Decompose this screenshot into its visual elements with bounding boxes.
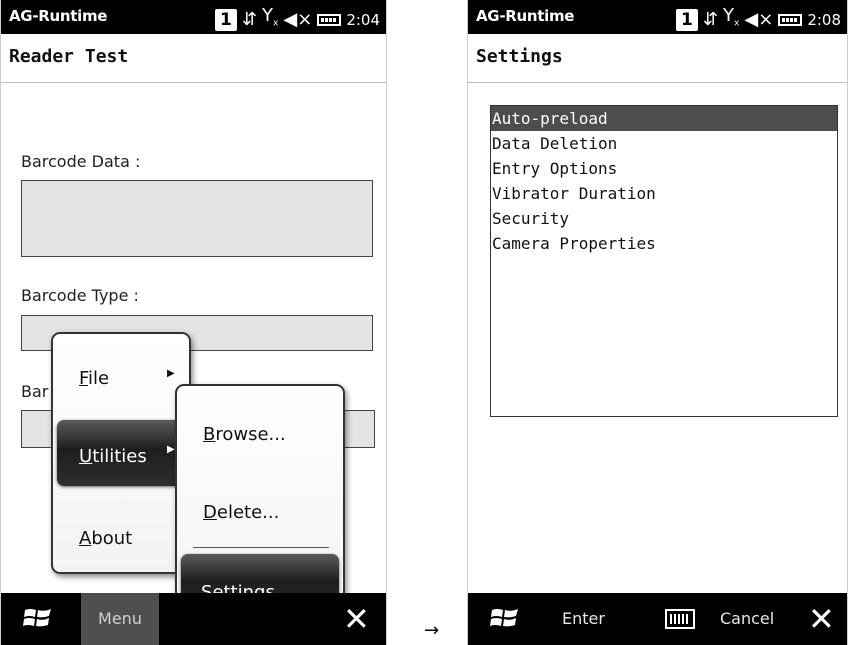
browse-label: rowse...	[215, 424, 286, 445]
close-icon[interactable]: ✕	[343, 601, 370, 637]
menu-item-browse[interactable]: Browse...	[177, 424, 343, 454]
delete-label: elete...	[216, 502, 280, 523]
bottom-softkey-bar: Enter Cancel ✕	[468, 593, 847, 645]
status-icons[interactable]: 1 ⇵ Yx ◀× 2:04	[214, 5, 380, 35]
status-icons[interactable]: 1 ⇵ Yx ◀× 2:08	[675, 5, 841, 35]
list-item-camera-properties[interactable]: Camera Properties	[491, 231, 837, 256]
clock: 2:04	[346, 10, 380, 29]
data-connection-icon: ⇵	[241, 8, 258, 30]
utilities-mnemonic: U	[79, 446, 93, 467]
delete-mnemonic: D	[203, 502, 217, 523]
battery-icon	[778, 13, 803, 26]
clock: 2:08	[807, 10, 841, 29]
app-name: AG-Runtime	[476, 7, 575, 25]
page-title-bar: Settings	[468, 34, 847, 83]
speaker-muted-icon: ◀×	[744, 8, 774, 30]
status-bar: AG-Runtime 1 ⇵ Yx ◀× 2:08	[468, 0, 847, 34]
menu-item-file[interactable]: File ▶	[53, 368, 189, 398]
main-menu-popup: File ▶ Utilities ▶ About	[51, 332, 203, 574]
barcode-data-field[interactable]	[21, 180, 373, 257]
notification-badge-icon[interactable]: 1	[675, 8, 698, 31]
app-name: AG-Runtime	[9, 7, 108, 25]
page-title: Settings	[476, 46, 563, 67]
submenu-arrow-icon: ▶	[167, 444, 175, 455]
status-bar: AG-Runtime 1 ⇵ Yx ◀× 2:04	[1, 0, 386, 34]
browse-mnemonic: B	[203, 424, 216, 445]
enter-softkey-button[interactable]: Enter	[562, 609, 605, 628]
list-item-auto-preload[interactable]: Auto-preload	[491, 106, 837, 131]
list-item-vibrator-duration[interactable]: Vibrator Duration	[491, 181, 837, 206]
windows-logo-icon[interactable]	[23, 605, 53, 631]
settings-listbox[interactable]: Auto-preload Data Deletion Entry Options…	[490, 105, 838, 417]
menu-item-delete[interactable]: Delete...	[177, 502, 343, 532]
barcode-extra-label: Bar	[21, 382, 49, 401]
keyboard-icon[interactable]	[665, 609, 695, 629]
menu-separator	[193, 547, 329, 548]
transition-arrow: →	[424, 620, 440, 641]
list-item-entry-options[interactable]: Entry Options	[491, 156, 837, 181]
about-mnemonic: A	[79, 528, 92, 549]
utilities-label: tilities	[92, 446, 147, 467]
cancel-softkey-button[interactable]: Cancel	[720, 609, 774, 628]
no-signal-icon: Yx	[723, 5, 740, 29]
barcode-data-label: Barcode Data :	[21, 152, 141, 171]
battery-icon	[317, 13, 342, 26]
list-item-data-deletion[interactable]: Data Deletion	[491, 131, 837, 156]
reader-test-screen: AG-Runtime 1 ⇵ Yx ◀× 2:04 Reader Test Ba…	[0, 0, 387, 645]
file-mnemonic: F	[79, 368, 89, 389]
utilities-submenu-popup: Browse... Delete... Settings...	[175, 384, 345, 624]
list-item-security[interactable]: Security	[491, 206, 837, 231]
page-title-bar: Reader Test	[1, 34, 386, 83]
submenu-arrow-icon: ▶	[167, 368, 175, 379]
windows-logo-icon[interactable]	[490, 605, 520, 631]
data-connection-icon: ⇵	[702, 8, 719, 30]
bottom-softkey-bar: Menu ✕	[1, 593, 386, 645]
speaker-muted-icon: ◀×	[283, 8, 313, 30]
page-title: Reader Test	[9, 46, 129, 67]
settings-screen: AG-Runtime 1 ⇵ Yx ◀× 2:08 Settings Auto-…	[467, 0, 848, 645]
about-label: bout	[91, 528, 133, 549]
no-signal-icon: Yx	[262, 5, 279, 29]
barcode-type-label: Barcode Type :	[21, 286, 139, 305]
menu-softkey-button[interactable]: Menu	[81, 593, 159, 645]
notification-badge-icon[interactable]: 1	[214, 8, 237, 31]
file-label: ile	[88, 368, 110, 389]
close-icon[interactable]: ✕	[808, 601, 835, 637]
menu-item-about[interactable]: About	[53, 528, 189, 558]
